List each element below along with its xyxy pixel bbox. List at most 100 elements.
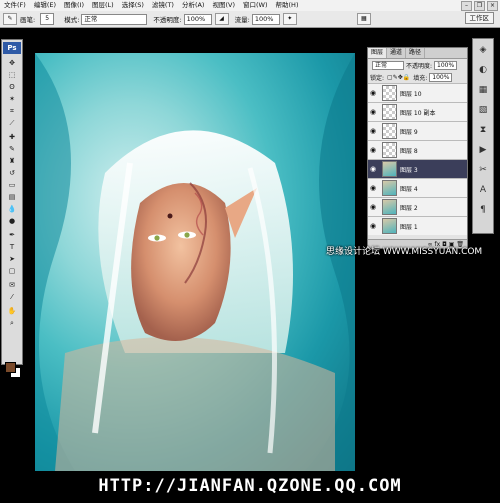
tab-paths[interactable]: 路径 xyxy=(406,48,426,58)
actions-icon[interactable]: ▶ xyxy=(476,143,490,157)
brushes-panel-icon[interactable]: ▦ xyxy=(356,13,371,25)
eyedropper-tool-icon[interactable]: ⁄ xyxy=(4,292,20,303)
tools-preset-icon[interactable]: ✂ xyxy=(476,163,490,177)
footer-url: HTTP://JIANFAN.QZONE.QQ.COM xyxy=(98,476,402,496)
layer-row[interactable]: ◉ 图层 10 副本 xyxy=(368,102,467,121)
brush-label: 画笔: xyxy=(20,16,36,24)
clone-stamp-tool-icon[interactable]: ♜ xyxy=(4,156,20,167)
visibility-eye-icon[interactable]: ◉ xyxy=(368,108,378,116)
color-icon[interactable]: ◐ xyxy=(476,63,490,77)
gradient-tool-icon[interactable]: ▤ xyxy=(4,192,20,203)
watermark-text: 思缘设计论坛 WWW.MISSYUAN.COM xyxy=(326,247,483,257)
window-controls: – ❐ × xyxy=(461,1,498,11)
layer-thumbnail xyxy=(382,142,397,158)
pen-tool-icon[interactable]: ✒ xyxy=(4,230,20,241)
layer-row[interactable]: ◉ 图层 10 xyxy=(368,83,467,102)
history-brush-tool-icon[interactable]: ↺ xyxy=(4,168,20,179)
eraser-tool-icon[interactable]: ▭ xyxy=(4,180,20,191)
blend-mode-select[interactable]: 正常 xyxy=(372,60,404,70)
menu-analysis[interactable]: 分析(A) xyxy=(178,0,209,11)
visibility-eye-icon[interactable]: ◉ xyxy=(368,127,378,135)
opacity-label: 不透明度: xyxy=(153,16,182,24)
swatches-icon[interactable]: ▦ xyxy=(476,83,490,97)
menu-view[interactable]: 视图(V) xyxy=(208,0,239,11)
layers-panel: 图层 通道 路径 正常 不透明度: 100% 锁定: ▢✎✥🔒 填充: 100%… xyxy=(367,47,468,249)
mode-select[interactable]: 正常 xyxy=(81,13,148,25)
path-selection-tool-icon[interactable]: ➤ xyxy=(4,254,20,265)
visibility-eye-icon[interactable]: ◉ xyxy=(368,203,378,211)
menu-layer[interactable]: 图层(L) xyxy=(88,0,118,11)
right-panel-dock: ◈ ◐ ▦ ▧ ⧗ ▶ ✂ A ¶ xyxy=(472,38,494,234)
hand-tool-icon[interactable]: ✋ xyxy=(4,306,20,317)
menu-window[interactable]: 窗口(W) xyxy=(239,0,272,11)
notes-tool-icon[interactable]: ✉ xyxy=(4,280,20,291)
artwork-portrait xyxy=(35,53,355,471)
layer-name: 图层 3 xyxy=(400,166,418,174)
menu-image[interactable]: 图像(I) xyxy=(60,0,88,11)
move-tool-icon[interactable]: ✥ xyxy=(4,58,20,69)
airbrush-icon[interactable]: ◢ xyxy=(214,13,229,25)
layer-name: 图层 2 xyxy=(400,204,418,212)
flow-label: 流量: xyxy=(234,16,250,24)
fill-input[interactable]: 100% xyxy=(429,72,453,82)
zoom-tool-icon[interactable]: ⌕ xyxy=(4,318,20,329)
tab-layers[interactable]: 图层 xyxy=(368,48,388,58)
menu-file[interactable]: 文件(F) xyxy=(0,0,30,11)
layer-name: 图层 10 xyxy=(400,90,422,98)
layer-thumbnail xyxy=(382,123,397,139)
close-icon[interactable]: × xyxy=(487,1,498,11)
layer-name: 图层 9 xyxy=(400,128,418,136)
restore-icon[interactable]: ❐ xyxy=(474,1,485,11)
layer-opacity-label: 不透明度: xyxy=(406,62,433,70)
fill-label: 填充: xyxy=(413,74,428,82)
shape-tool-icon[interactable]: ▢ xyxy=(4,266,20,277)
visibility-eye-icon[interactable]: ◉ xyxy=(368,184,378,192)
dodge-tool-icon[interactable]: ● xyxy=(4,216,20,227)
lock-label: 锁定: xyxy=(370,74,385,82)
document-canvas[interactable] xyxy=(35,53,355,471)
layer-thumbnail xyxy=(382,104,397,120)
lock-icons[interactable]: ▢✎✥🔒 xyxy=(387,74,410,81)
tab-channels[interactable]: 通道 xyxy=(387,48,407,58)
blur-tool-icon[interactable]: 💧 xyxy=(4,204,20,215)
menu-help[interactable]: 帮助(H) xyxy=(272,0,303,11)
paragraph-icon[interactable]: ¶ xyxy=(476,203,490,217)
visibility-eye-icon[interactable]: ◉ xyxy=(368,89,378,97)
marquee-tool-icon[interactable]: ⬚ xyxy=(4,70,20,81)
layer-name: 图层 10 副本 xyxy=(400,109,436,117)
history-icon[interactable]: ⧗ xyxy=(476,123,490,137)
healing-brush-tool-icon[interactable]: ✚ xyxy=(4,132,20,143)
layer-row[interactable]: ◉ 图层 2 xyxy=(368,197,467,216)
brush-preset-icon[interactable]: ✎ xyxy=(3,13,17,25)
layer-name: 图层 8 xyxy=(400,147,418,155)
opacity-input[interactable]: 100% xyxy=(183,13,212,25)
flow-input[interactable]: 100% xyxy=(251,13,280,25)
visibility-eye-icon[interactable]: ◉ xyxy=(368,165,378,173)
lasso-tool-icon[interactable]: ʘ xyxy=(4,82,20,93)
layer-row[interactable]: ◉ 图层 4 xyxy=(368,178,467,197)
menu-edit[interactable]: 编辑(E) xyxy=(30,0,60,11)
layer-row[interactable]: ◉ 图层 1 xyxy=(368,216,467,235)
foreground-color-swatch[interactable] xyxy=(5,362,16,373)
type-tool-icon[interactable]: T xyxy=(4,242,20,253)
layer-row[interactable]: ◉ 图层 8 xyxy=(368,140,467,159)
navigator-icon[interactable]: ◈ xyxy=(476,43,490,57)
menu-filter[interactable]: 滤镜(T) xyxy=(148,0,178,11)
layer-name: 图层 1 xyxy=(400,223,418,231)
layer-row[interactable]: ◉ 图层 9 xyxy=(368,121,467,140)
tablet-pressure-icon[interactable]: ✦ xyxy=(282,13,297,25)
workspace-button[interactable]: 工作区 xyxy=(464,12,494,24)
visibility-eye-icon[interactable]: ◉ xyxy=(368,146,378,154)
styles-icon[interactable]: ▧ xyxy=(476,103,490,117)
slice-tool-icon[interactable]: ⟋ xyxy=(4,118,20,129)
menu-select[interactable]: 选择(S) xyxy=(118,0,148,11)
character-icon[interactable]: A xyxy=(476,183,490,197)
brush-tool-icon[interactable]: ✎ xyxy=(4,144,20,155)
visibility-eye-icon[interactable]: ◉ xyxy=(368,222,378,230)
layer-row-active[interactable]: ◉ 图层 3 xyxy=(368,159,467,178)
layer-opacity-input[interactable]: 100% xyxy=(434,60,458,70)
crop-tool-icon[interactable]: ⌗ xyxy=(4,106,20,117)
minimize-icon[interactable]: – xyxy=(461,1,472,11)
brush-size-picker[interactable]: 5 xyxy=(40,13,55,25)
magic-wand-tool-icon[interactable]: ✶ xyxy=(4,94,20,105)
